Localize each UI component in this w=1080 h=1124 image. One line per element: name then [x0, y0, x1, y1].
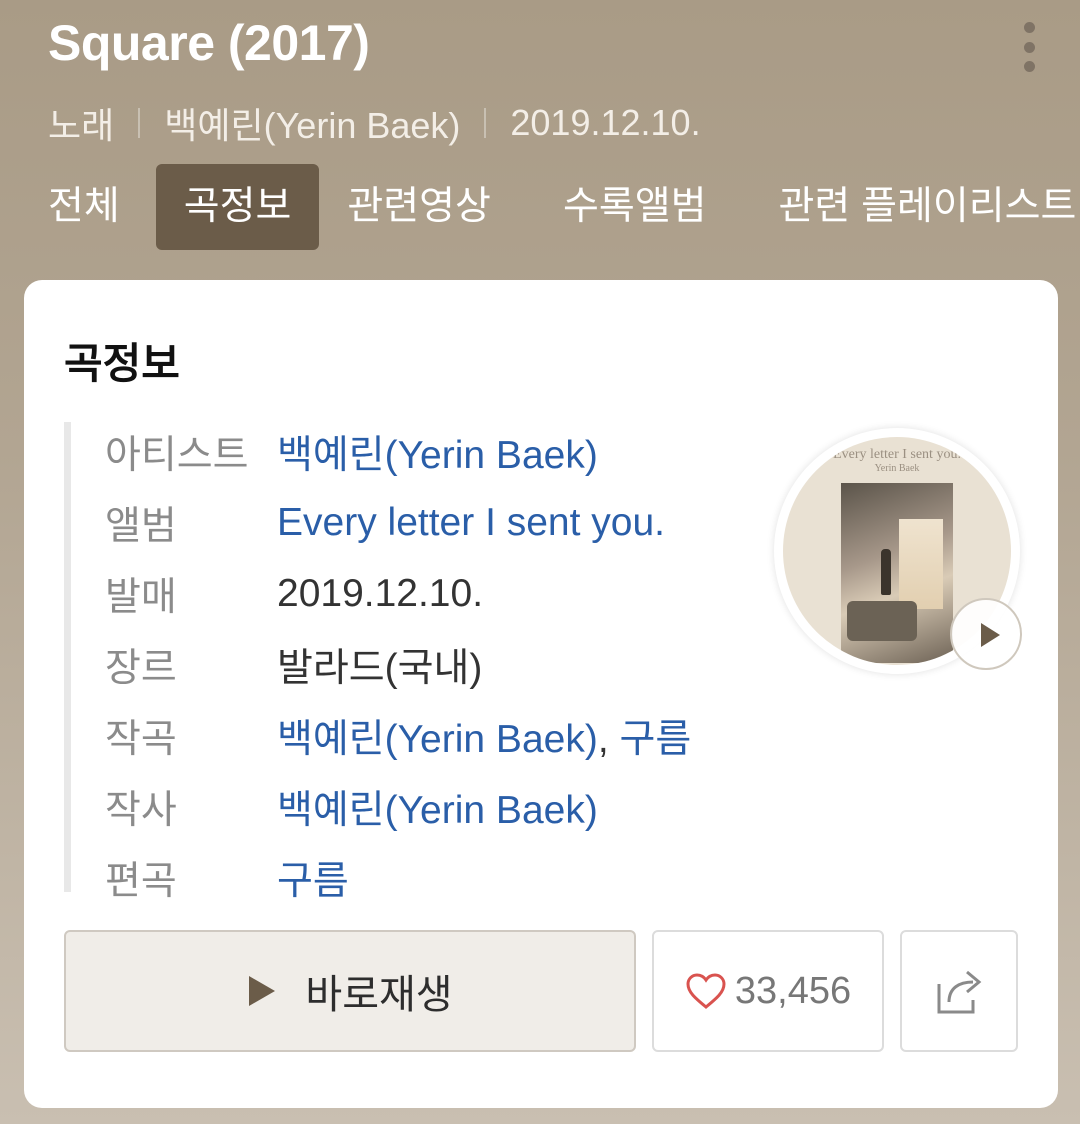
heart-outline-icon [686, 973, 726, 1009]
info-row-genre: 장르 발라드(국내) [105, 635, 482, 695]
composer-list: 백예린(Yerin Baek), 구름 [277, 708, 691, 764]
album-photo [841, 483, 953, 663]
genre: 발라드(국내) [277, 647, 483, 690]
like-count: 33,456 [734, 969, 852, 1012]
song-info-card: 곡정보 아티스트 백예린(Yerin Baek) 앨범 Every letter… [24, 280, 1058, 1108]
info-label: 장르 [105, 647, 177, 690]
info-label: 아티스트 [105, 434, 249, 477]
more-dot [1023, 61, 1035, 72]
more-dot [1023, 41, 1035, 53]
arranger-link[interactable]: 구름 [277, 850, 349, 906]
album-play-button[interactable] [950, 598, 1022, 670]
album-link[interactable]: Every letter I sent you. [277, 501, 665, 545]
tab-related-playlists[interactable]: 관련 플레이리스트 [750, 164, 1080, 250]
play-icon [249, 976, 276, 1006]
info-row-album: 앨범 Every letter I sent you. [105, 493, 665, 553]
composer-separator: , [597, 718, 620, 761]
share-button[interactable] [900, 930, 1018, 1052]
tab-related-videos[interactable]: 관련영상 [319, 164, 519, 250]
play-now-button[interactable]: 바로재생 [64, 930, 636, 1052]
tab-bar: 전체 곡정보 관련영상 수록앨범 관련 플레이리스트 [0, 164, 1080, 250]
meta-artist[interactable]: 백예린(Yerin Baek) [164, 97, 460, 149]
tab-all[interactable]: 전체 [0, 164, 156, 250]
artist-link[interactable]: 백예린(Yerin Baek) [277, 424, 598, 480]
info-row-arranger: 편곡 구름 [105, 848, 349, 908]
song-title: Square (2017) [48, 15, 370, 71]
composer-link[interactable]: 구름 [619, 718, 691, 761]
share-icon [937, 970, 982, 1014]
info-row-artist: 아티스트 백예린(Yerin Baek) [105, 422, 598, 482]
info-label: 편곡 [105, 860, 177, 903]
info-row-release: 발매 2019.12.10. [105, 564, 483, 624]
play-icon [981, 623, 1000, 647]
info-row-composer: 작곡 백예린(Yerin Baek), 구름 [105, 706, 691, 766]
tab-song-info[interactable]: 곡정보 [155, 164, 320, 250]
info-label: 앨범 [105, 505, 177, 548]
song-header: Square (2017) 노래 백예린(Yerin Baek) 2019.12… [0, 0, 1080, 280]
info-label: 작사 [105, 789, 177, 832]
more-dot [1023, 22, 1035, 33]
meta-date: 2019.12.10. [510, 102, 701, 143]
info-label: 발매 [105, 576, 177, 619]
composer-link[interactable]: 백예린(Yerin Baek) [277, 718, 598, 761]
album-art-title: Every letter I sent you. [833, 447, 961, 462]
meta-divider [138, 108, 141, 138]
album-art-artist: Yerin Baek [874, 463, 920, 474]
card-title: 곡정보 [64, 340, 180, 387]
info-label: 작곡 [105, 718, 177, 761]
like-button[interactable]: 33,456 [652, 930, 884, 1052]
play-now-label: 바로재생 [305, 973, 453, 1017]
lyricist-link[interactable]: 백예린(Yerin Baek) [277, 779, 598, 835]
album-photo-window [899, 519, 943, 609]
album-photo-sofa [847, 601, 917, 641]
info-row-lyricist: 작사 백예린(Yerin Baek) [105, 777, 598, 837]
song-info-list: 아티스트 백예린(Yerin Baek) 앨범 Every letter I s… [64, 422, 784, 903]
album-photo-figure [881, 549, 891, 595]
song-meta: 노래 백예린(Yerin Baek) 2019.12.10. [48, 98, 701, 148]
meta-divider [484, 108, 487, 138]
release-date: 2019.12.10. [277, 572, 484, 615]
tab-albums[interactable]: 수록앨범 [535, 164, 735, 250]
more-options-icon[interactable] [1016, 22, 1042, 72]
meta-type: 노래 [48, 105, 115, 146]
